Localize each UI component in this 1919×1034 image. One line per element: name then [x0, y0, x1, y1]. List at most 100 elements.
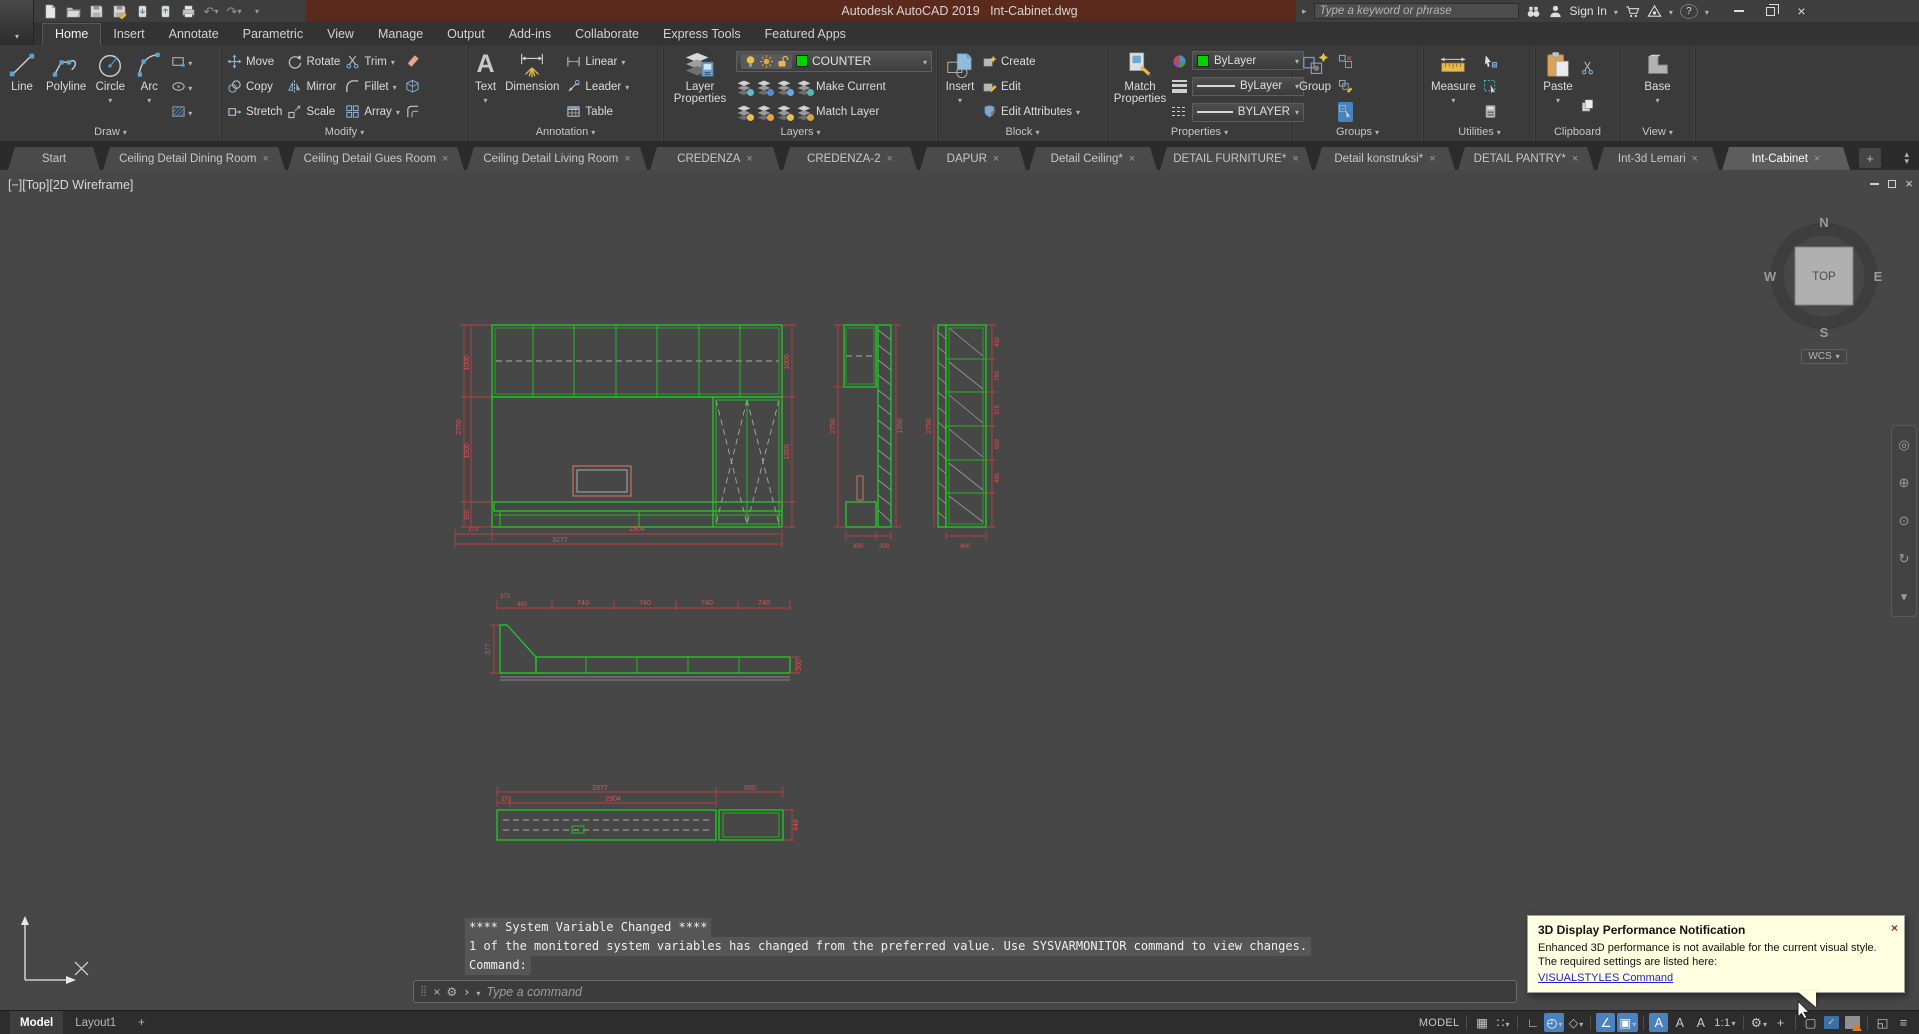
text-caret-icon[interactable] [484, 94, 488, 107]
model-viewport[interactable]: [−][Top][2D Wireframe] × 373 2904 3277 1… [0, 170, 1919, 1010]
restore-button[interactable] [1757, 2, 1784, 20]
explode-button[interactable] [405, 77, 420, 97]
file-tab[interactable]: DAPUR × [920, 147, 1026, 170]
command-input[interactable] [486, 984, 1510, 999]
cut-button[interactable] [1580, 58, 1595, 78]
ribbon-tab-annotate[interactable]: Annotate [157, 24, 231, 45]
polyline-button[interactable]: Polyline [44, 48, 88, 125]
draw-panel-label[interactable]: Draw [0, 125, 221, 141]
make-current-button[interactable]: Make Current [736, 77, 932, 97]
rotate-button[interactable]: Rotate [287, 52, 340, 72]
visualstyles-command-link[interactable]: VISUALSTYLES Command [1538, 972, 1673, 984]
layer-on-icon[interactable] [744, 55, 757, 68]
application-menu-button[interactable]: ▾ [0, 0, 34, 45]
dimension-button[interactable]: Dimension [503, 48, 561, 125]
recent-commands-caret-icon[interactable] [476, 985, 480, 999]
drawing-minimize-button[interactable] [1870, 182, 1880, 185]
close-tab-icon[interactable]: × [624, 153, 630, 165]
view-panel-label[interactable]: View [1620, 125, 1695, 141]
annotation-scale-value[interactable]: 1:1 [1712, 1013, 1738, 1032]
viewcube[interactable]: N W E S TOP WCS [1759, 210, 1889, 368]
hatch-caret-icon[interactable] [188, 105, 192, 119]
command-grip-icon[interactable]: ⣿ [420, 986, 427, 997]
drawing-close-button[interactable]: × [1905, 176, 1913, 191]
clipboard-panel-label[interactable]: Clipboard [1536, 125, 1619, 141]
new-drawing-tab-button[interactable]: + [1859, 148, 1881, 168]
ribbon-tab-featured-apps[interactable]: Featured Apps [753, 24, 858, 45]
leader-button[interactable]: Leader [566, 77, 629, 97]
iso-caret-icon[interactable] [1579, 1016, 1583, 1030]
array-caret-icon[interactable] [396, 106, 400, 118]
close-tab-icon[interactable]: × [1692, 153, 1698, 165]
erase-button[interactable] [405, 52, 420, 72]
properties-panel-label[interactable]: Properties [1108, 125, 1291, 141]
linear-button[interactable]: Linear [566, 52, 629, 72]
object-snap-tracking-toggle[interactable]: ∠ [1596, 1013, 1616, 1032]
workspace-caret-icon[interactable] [1763, 1016, 1767, 1030]
linetype-dropdown[interactable]: BYLAYER [1192, 102, 1304, 122]
scale-caret-icon[interactable] [1731, 1017, 1735, 1029]
close-tab-icon[interactable]: × [1814, 153, 1820, 165]
wcs-dropdown[interactable]: WCS [1801, 349, 1847, 364]
app-store-icon[interactable] [1625, 4, 1640, 19]
close-tab-icon[interactable]: × [746, 153, 752, 165]
layer-unlock-icon[interactable] [776, 55, 789, 68]
viewport-controls-label[interactable]: [−][Top][2D Wireframe] [8, 178, 133, 192]
groups-panel-label[interactable]: Groups [1292, 125, 1423, 141]
array-button[interactable]: Array [345, 102, 400, 122]
ribbon-tab-home[interactable]: Home [42, 23, 102, 45]
move-button[interactable]: Move [227, 52, 282, 72]
linear-caret-icon[interactable] [621, 56, 625, 68]
edit-block-button[interactable]: Edit [982, 77, 1080, 97]
viewcube-west[interactable]: W [1764, 269, 1777, 284]
measure-caret-icon[interactable] [1451, 94, 1455, 107]
new-file-button[interactable] [40, 2, 60, 20]
tab-overflow-menu[interactable]: ▴ ▾ [1904, 150, 1909, 170]
close-tab-icon[interactable]: × [442, 153, 448, 165]
offset-button[interactable] [405, 102, 420, 122]
sign-in-caret-icon[interactable] [1614, 4, 1618, 18]
layout1-tab[interactable]: Layout1 [65, 1011, 126, 1034]
ribbon-tab-output[interactable]: Output [435, 24, 497, 45]
ribbon-tab-express-tools[interactable]: Express Tools [651, 24, 753, 45]
isometric-drafting-toggle[interactable]: ◇ [1566, 1013, 1585, 1032]
fillet-button[interactable]: Fillet [345, 77, 400, 97]
quick-calculator-button[interactable] [1483, 102, 1498, 122]
redo-button[interactable]: ↷ ▾ [224, 2, 244, 20]
insert-block-button[interactable]: Insert [943, 48, 977, 125]
file-tab[interactable]: DETAIL PANTRY* × [1458, 147, 1594, 170]
viewcube-south[interactable]: S [1820, 325, 1829, 340]
object-snap-toggle[interactable]: ▣ [1617, 1013, 1639, 1032]
cad-drawing[interactable]: 373 2904 3277 1000 1500 350 2750 1000 13… [0, 170, 1919, 1010]
paste-button[interactable]: Paste [1541, 48, 1575, 125]
sign-in-button[interactable]: Sign In [1570, 4, 1607, 18]
zoom-icon[interactable]: ⊙ [1899, 513, 1910, 529]
table-button[interactable]: Table [566, 102, 629, 122]
clean-screen-button[interactable]: ◱ [1873, 1013, 1892, 1032]
notification-close-icon[interactable]: × [1891, 921, 1898, 935]
block-panel-label[interactable]: Block [938, 125, 1107, 141]
layer-dropdown[interactable]: COUNTER [736, 50, 932, 72]
workspace-switching-button[interactable]: ⚙ [1749, 1013, 1769, 1032]
annotation-visibility-toggle[interactable]: A [1649, 1013, 1669, 1032]
command-close-icon[interactable]: × [433, 985, 440, 999]
copy-button[interactable]: Copy [227, 77, 282, 97]
file-tab[interactable]: Ceiling Detail Gues Room × [288, 147, 464, 170]
file-tab[interactable]: Int-3d Lemari × [1597, 147, 1719, 170]
trim-button[interactable]: Trim [345, 52, 400, 72]
lineweight-dropdown[interactable]: ByLayer [1192, 76, 1304, 96]
rectangle-caret-icon[interactable] [188, 55, 192, 69]
a360-caret-icon[interactable] [1669, 4, 1673, 18]
layers-panel-label[interactable]: Layers [664, 125, 937, 141]
snap-toggle[interactable]: ∷ [1493, 1013, 1512, 1032]
circle-caret-icon[interactable] [108, 94, 112, 107]
circle-button[interactable]: Circle [93, 48, 127, 125]
utilities-panel-label[interactable]: Utilities [1424, 125, 1535, 141]
close-tab-icon[interactable]: × [1129, 153, 1135, 165]
search-icon[interactable] [1526, 4, 1541, 19]
model-space-button[interactable]: MODEL [1417, 1013, 1462, 1032]
ribbon-tab-parametric[interactable]: Parametric [231, 24, 315, 45]
viewcube-east[interactable]: E [1874, 269, 1883, 284]
file-tab[interactable]: Detail Ceiling* × [1029, 147, 1157, 170]
save-button[interactable] [86, 2, 106, 20]
